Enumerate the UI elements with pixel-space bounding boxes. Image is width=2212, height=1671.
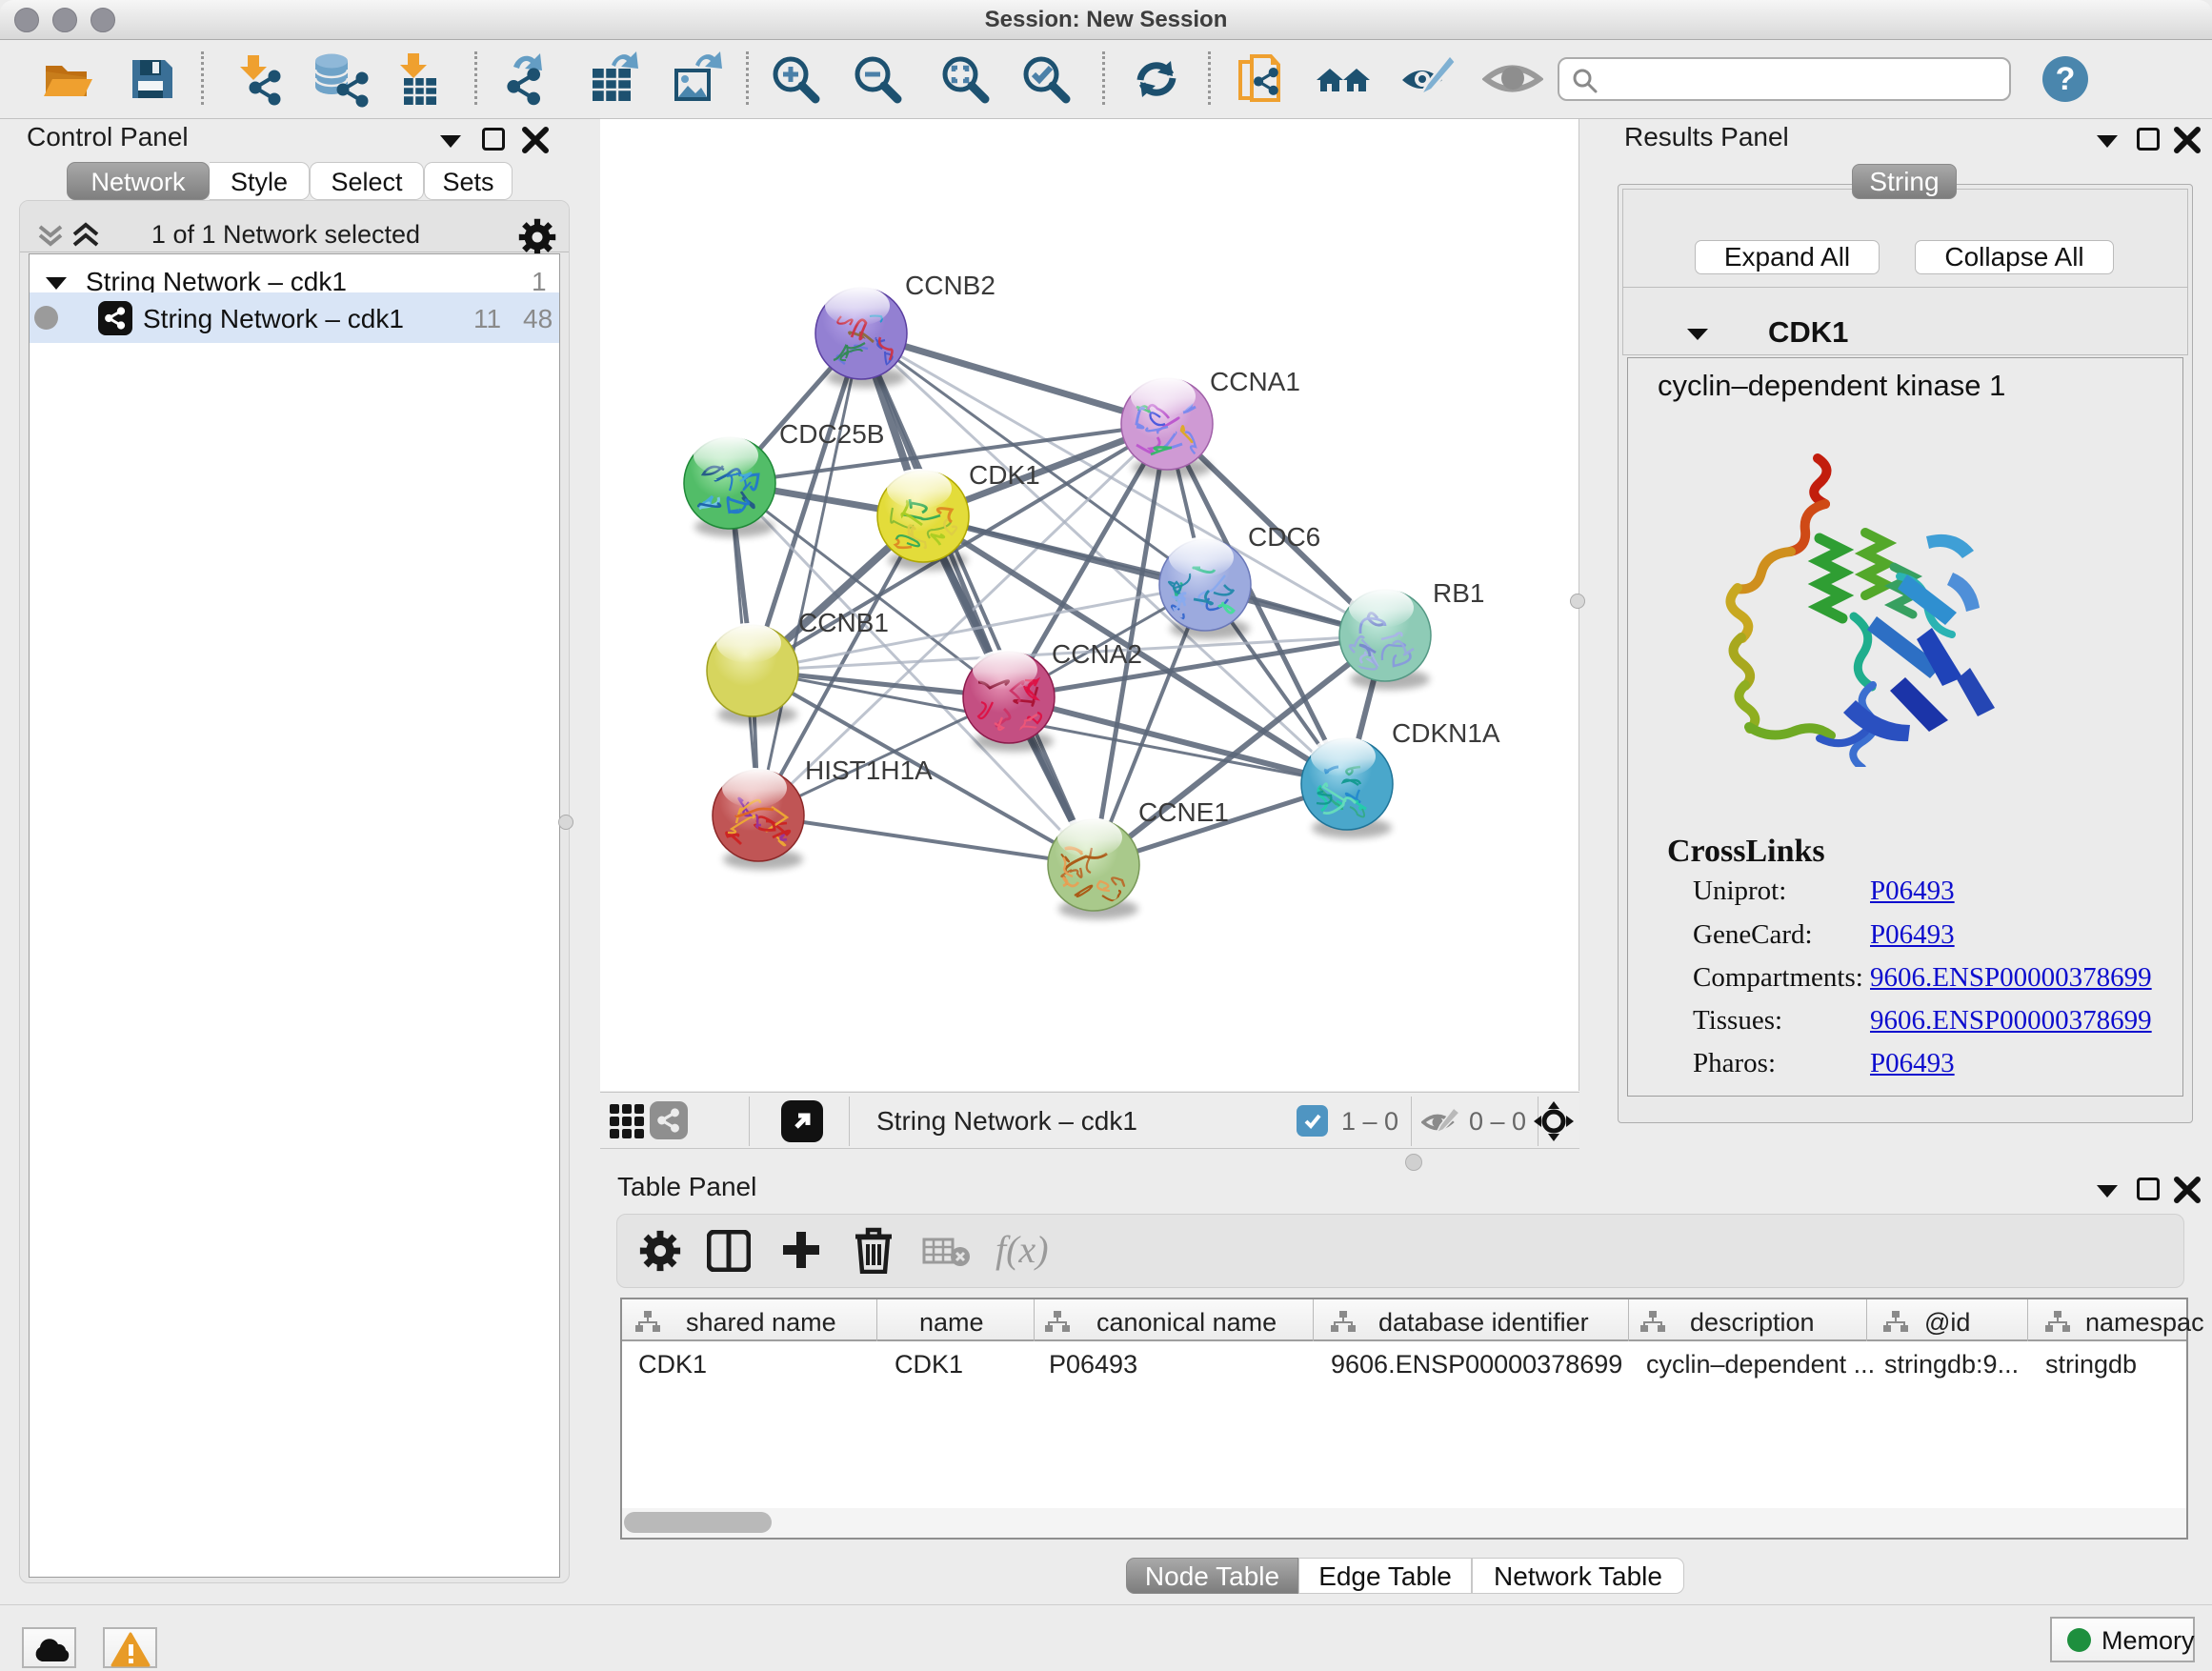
svg-text:CCNB1: CCNB1 xyxy=(798,608,889,637)
svg-text:CDKN1A: CDKN1A xyxy=(1392,718,1500,748)
svg-text:RB1: RB1 xyxy=(1433,578,1484,608)
svg-text:?: ? xyxy=(2056,61,2076,97)
svg-text:HIST1H1A: HIST1H1A xyxy=(805,755,933,785)
svg-text:CCNA1: CCNA1 xyxy=(1210,367,1300,396)
svg-text:CCNE1: CCNE1 xyxy=(1138,797,1229,827)
svg-text:CDC25B: CDC25B xyxy=(779,419,884,449)
svg-text:CCNB2: CCNB2 xyxy=(905,271,995,300)
svg-text:CDC6: CDC6 xyxy=(1248,522,1320,552)
svg-text:CDK1: CDK1 xyxy=(969,460,1040,490)
svg-text:CCNA2: CCNA2 xyxy=(1052,639,1142,669)
